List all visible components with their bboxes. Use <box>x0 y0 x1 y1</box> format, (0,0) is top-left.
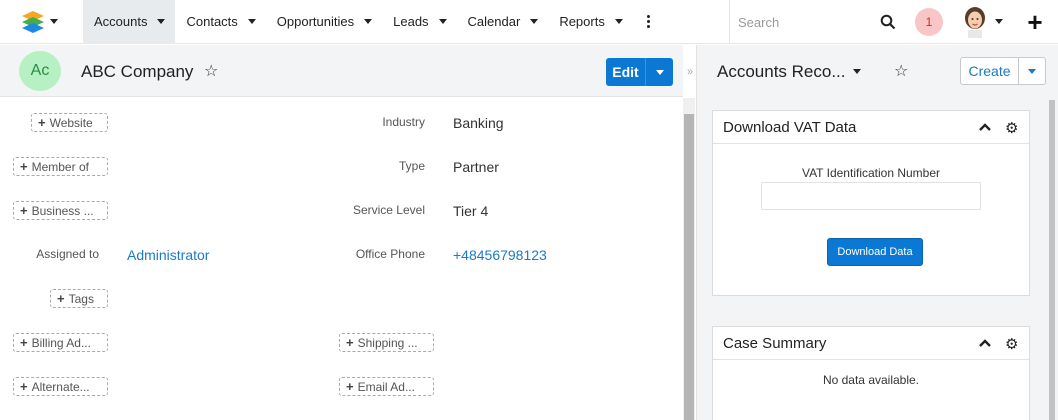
add-tags-button[interactable]: + Tags <box>50 289 108 308</box>
dashlet-header: Download VAT Data ⚙ <box>713 111 1029 144</box>
record-header: Ac ABC Company ☆ Edit <box>0 45 683 97</box>
chevron-down-icon <box>1028 68 1036 74</box>
create-label[interactable]: Create <box>961 58 1019 84</box>
chevron-down-icon[interactable] <box>157 19 166 24</box>
chevron-down-icon[interactable] <box>364 19 373 24</box>
tab-label: Accounts <box>94 14 148 29</box>
double-chevron-right-icon[interactable]: » <box>687 66 693 78</box>
app-menu[interactable] <box>0 0 83 44</box>
office-phone-link[interactable]: +48456798123 <box>453 247 547 263</box>
dashlet-header: Case Summary ⚙ <box>713 327 1029 360</box>
right-sidebar: Accounts Reco... ☆ Create Download VAT D… <box>696 45 1058 420</box>
tab-opportunities[interactable]: Opportunities <box>266 0 382 44</box>
edit-label[interactable]: Edit <box>606 58 646 86</box>
chevron-down-icon[interactable] <box>614 19 623 24</box>
type-label: Type <box>398 159 425 173</box>
tab-accounts[interactable]: Accounts <box>83 0 176 44</box>
tab-reports[interactable]: Reports <box>548 0 633 44</box>
scrollbar-thumb[interactable] <box>684 114 694 420</box>
dashlet-title: Download VAT Data <box>723 118 857 136</box>
plus-icon: + <box>20 379 28 394</box>
more-vertical-icon[interactable] <box>639 0 659 44</box>
type-value: Partner <box>453 159 499 175</box>
office-phone-label: Office Phone <box>355 247 425 261</box>
tab-leads[interactable]: Leads <box>382 0 456 44</box>
chevron-down-icon <box>50 19 58 24</box>
edit-button[interactable]: Edit <box>606 58 673 86</box>
tab-label: Reports <box>559 14 605 29</box>
create-menu-toggle[interactable] <box>1019 58 1045 84</box>
search-icon[interactable] <box>880 14 896 30</box>
add-member-of-button[interactable]: + Member of <box>13 157 108 176</box>
plus-icon: + <box>57 291 65 306</box>
plus-icon: + <box>20 203 28 218</box>
tab-label: Calendar <box>467 14 521 29</box>
create-button[interactable]: Create <box>960 57 1046 85</box>
add-website-button[interactable]: + Website <box>31 113 108 132</box>
star-icon[interactable]: ☆ <box>894 61 908 81</box>
edit-menu-toggle[interactable] <box>646 58 673 86</box>
add-billing-address-button[interactable]: + Billing Ad... <box>13 333 108 352</box>
notification-badge[interactable]: 1 <box>915 8 943 36</box>
chevron-down-icon <box>655 69 664 75</box>
assigned-to-label: Assigned to <box>36 247 99 261</box>
star-icon[interactable]: ☆ <box>204 61 218 81</box>
add-business-button[interactable]: + Business ... <box>13 201 108 220</box>
industry-value: Banking <box>453 115 504 131</box>
user-avatar[interactable] <box>962 6 988 38</box>
case-summary-dashlet: Case Summary ⚙ No data available. <box>712 326 1030 420</box>
plus-icon: + <box>20 159 28 174</box>
plus-icon: + <box>346 335 354 350</box>
sidebar-title[interactable]: Accounts Reco... <box>717 62 846 82</box>
empty-state-text: No data available. <box>822 373 920 387</box>
tab-label: Leads <box>393 14 429 29</box>
tab-label: Contacts <box>186 14 238 29</box>
tab-contacts[interactable]: Contacts <box>175 0 265 44</box>
chevron-up-icon[interactable] <box>979 122 991 132</box>
tab-calendar[interactable]: Calendar <box>457 0 549 44</box>
vat-number-label: VAT Identification Number <box>801 166 941 180</box>
plus-icon[interactable]: + <box>1026 9 1044 35</box>
record-title: ABC Company <box>81 62 194 81</box>
service-level-label: Service Level <box>352 203 425 217</box>
chevron-down-icon[interactable] <box>995 19 1003 24</box>
chevron-down-icon[interactable] <box>853 69 861 74</box>
global-search <box>729 0 904 44</box>
chevron-down-icon[interactable] <box>530 19 539 24</box>
service-level-value: Tier 4 <box>453 203 489 219</box>
record-view: + Website Industry Banking + Member of Typ… <box>0 98 683 420</box>
record-scrollbar[interactable] <box>683 98 695 420</box>
assigned-to-link[interactable]: Administrator <box>127 247 209 263</box>
logo-icon <box>22 10 44 33</box>
download-data-button[interactable]: Download Data <box>827 238 923 266</box>
scrollbar-thumb[interactable] <box>1049 100 1055 420</box>
vat-number-input[interactable] <box>761 182 981 210</box>
chevron-up-icon[interactable] <box>979 338 991 348</box>
add-shipping-address-button[interactable]: + Shipping ... <box>339 333 434 352</box>
add-alternate-phone-button[interactable]: + Alternate... <box>13 377 108 396</box>
plus-icon: + <box>20 335 28 350</box>
plus-icon: + <box>346 379 354 394</box>
plus-icon: + <box>38 115 46 130</box>
chevron-down-icon[interactable] <box>247 19 256 24</box>
tab-label: Opportunities <box>276 14 355 29</box>
vat-dashlet: Download VAT Data ⚙ VAT Identification N… <box>712 110 1030 296</box>
gear-icon[interactable]: ⚙ <box>1005 335 1018 353</box>
record-avatar: Ac <box>19 51 61 91</box>
gear-icon[interactable]: ⚙ <box>1005 119 1018 137</box>
sidebar-scrollbar[interactable] <box>1046 100 1058 420</box>
add-email-address-button[interactable]: + Email Ad... <box>339 377 434 396</box>
dashlet-title: Case Summary <box>723 334 827 352</box>
chevron-down-icon[interactable] <box>438 19 447 24</box>
industry-label: Industry <box>382 115 425 129</box>
search-input[interactable] <box>738 14 873 30</box>
